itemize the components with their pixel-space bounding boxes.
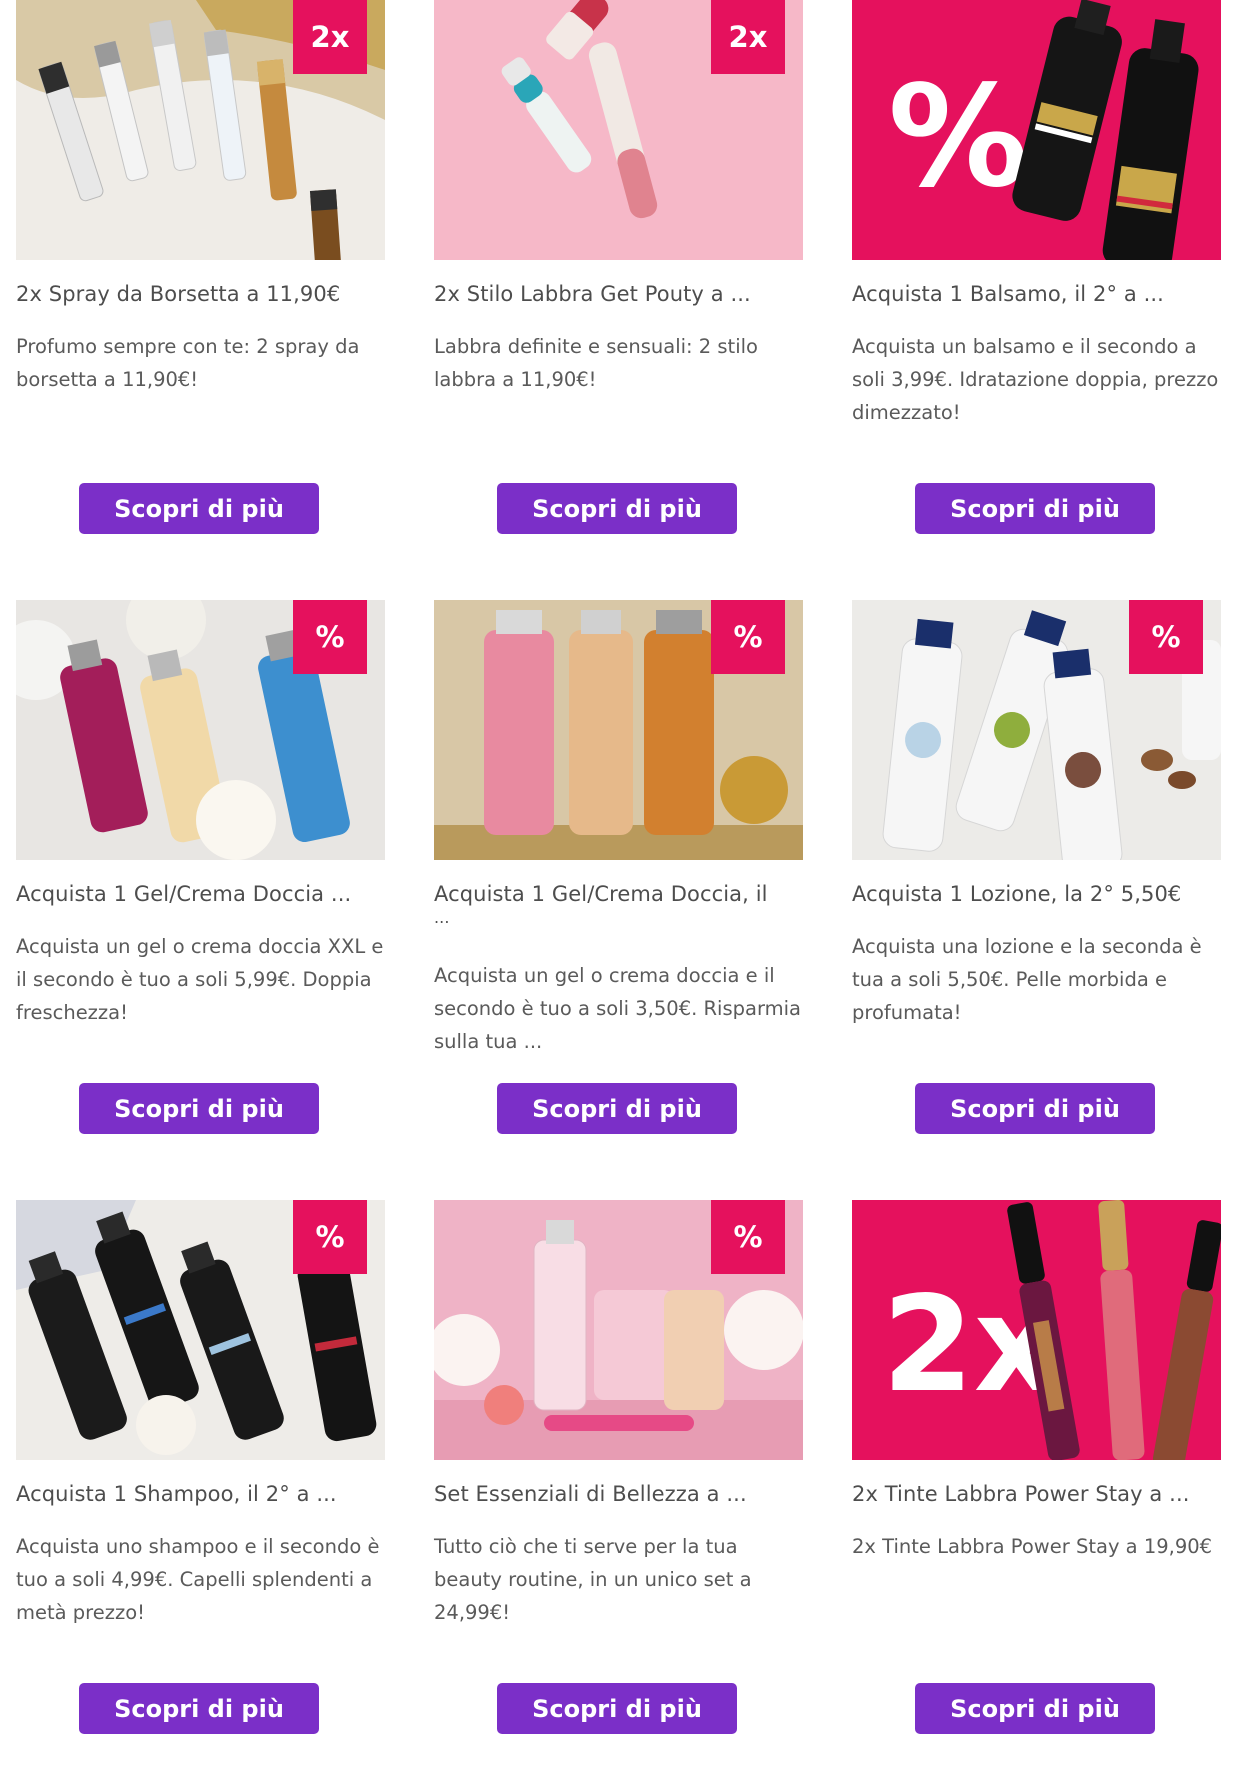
senses-shower-bottles-image[interactable]: % xyxy=(434,600,803,860)
care-lotion-bottles-image[interactable]: % xyxy=(852,600,1221,860)
offer-title-text: Acquista 1 Gel/Crema Doccia, il xyxy=(434,882,768,906)
discover-more-button[interactable]: Scopri di più xyxy=(915,1683,1155,1734)
offer-title[interactable]: Acquista 1 Shampoo, il 2° a ... xyxy=(16,1480,385,1508)
offer-description: 2x Tinte Labbra Power Stay a 19,90€ xyxy=(852,1535,1213,1558)
discount-badge: % xyxy=(1129,600,1203,674)
offer-card: % Set Essenziali di Bellezza a ... Tutto… xyxy=(434,1200,803,1770)
conditioner-bottles-illustration: % xyxy=(852,0,1221,260)
offer-card: 2x 2x Spray da Borsetta a 11,90€ Profumo… xyxy=(16,0,385,600)
discover-more-button[interactable]: Scopri di più xyxy=(915,1083,1155,1134)
discount-badge: % xyxy=(293,1200,367,1274)
offer-description: Acquista un balsamo e il secondo a soli … xyxy=(852,335,1219,424)
discover-more-button[interactable]: Scopri di più xyxy=(497,483,737,534)
offer-title-continuation: ... xyxy=(434,908,450,927)
offer-title[interactable]: Acquista 1 Balsamo, il 2° a ... xyxy=(852,280,1221,308)
offer-description: Tutto ciò che ti serve per la tua beauty… xyxy=(434,1535,752,1624)
offer-card: % Acquista 1 Balsamo, il 2° a ... Acquis… xyxy=(852,0,1221,600)
lip-tints-illustration: 2x xyxy=(852,1200,1221,1460)
offer-title[interactable]: 2x Tinte Labbra Power Stay a ... xyxy=(852,1480,1221,1508)
lip-tints-image[interactable]: 2x xyxy=(852,1200,1221,1460)
offer-title[interactable]: Acquista 1 Lozione, la 2° 5,50€ xyxy=(852,880,1221,908)
multibuy-badge: 2x xyxy=(293,0,367,74)
offers-grid: 2x 2x Spray da Borsetta a 11,90€ Profumo… xyxy=(16,0,1221,1770)
discover-more-button[interactable]: Scopri di più xyxy=(79,1683,319,1734)
discount-badge: % xyxy=(293,600,367,674)
offer-description: Acquista uno shampoo e il secondo è tuo … xyxy=(16,1535,380,1624)
shower-gel-bottles-image[interactable]: % xyxy=(16,600,385,860)
lipstick-image[interactable]: 2x xyxy=(434,0,803,260)
offer-card: % Acquista 1 Lozione, la 2° 5,50€ Acquis… xyxy=(852,600,1221,1200)
percent-overlay-text: % xyxy=(888,56,1028,219)
discover-more-button[interactable]: Scopri di più xyxy=(497,1683,737,1734)
shampoo-bottles-image[interactable]: % xyxy=(16,1200,385,1460)
offer-title[interactable]: 2x Stilo Labbra Get Pouty a ... xyxy=(434,280,803,308)
discover-more-button[interactable]: Scopri di più xyxy=(79,1083,319,1134)
offer-title[interactable]: Set Essenziali di Bellezza a ... xyxy=(434,1480,803,1508)
offer-description: Profumo sempre con te: 2 spray da borset… xyxy=(16,335,360,391)
offer-description: Labbra definite e sensuali: 2 stilo labb… xyxy=(434,335,758,391)
perfume-spray-image[interactable]: 2x xyxy=(16,0,385,260)
offer-description: Acquista un gel o crema doccia XXL e il … xyxy=(16,935,384,1024)
offer-description: Acquista un gel o crema doccia e il seco… xyxy=(434,964,801,1053)
offer-card: 2x 2x Stilo Labbra Get Pouty a ... Labbr… xyxy=(434,0,803,600)
offer-card: % Acquista 1 Gel/Crema Doccia ... Acquis… xyxy=(16,600,385,1200)
offer-card: 2x 2x Tinte Labbra Power Stay a ... 2x T… xyxy=(852,1200,1221,1770)
discount-badge: % xyxy=(711,600,785,674)
discover-more-button[interactable]: Scopri di più xyxy=(915,483,1155,534)
offer-title[interactable]: 2x Spray da Borsetta a 11,90€ xyxy=(16,280,385,308)
offer-card: % Acquista 1 Gel/Crema Doccia, il ... Ac… xyxy=(434,600,803,1200)
offer-title[interactable]: Acquista 1 Gel/Crema Doccia, il ... xyxy=(434,880,803,928)
multibuy-badge: 2x xyxy=(711,0,785,74)
beauty-set-image[interactable]: % xyxy=(434,1200,803,1460)
discover-more-button[interactable]: Scopri di più xyxy=(79,483,319,534)
conditioner-bottles-image[interactable]: % xyxy=(852,0,1221,260)
offer-title[interactable]: Acquista 1 Gel/Crema Doccia ... xyxy=(16,880,385,908)
discount-badge: % xyxy=(711,1200,785,1274)
discover-more-button[interactable]: Scopri di più xyxy=(497,1083,737,1134)
offer-card: % Acquista 1 Shampoo, il 2° a ... Acquis… xyxy=(16,1200,385,1770)
offer-description: Acquista una lozione e la seconda è tua … xyxy=(852,935,1202,1024)
